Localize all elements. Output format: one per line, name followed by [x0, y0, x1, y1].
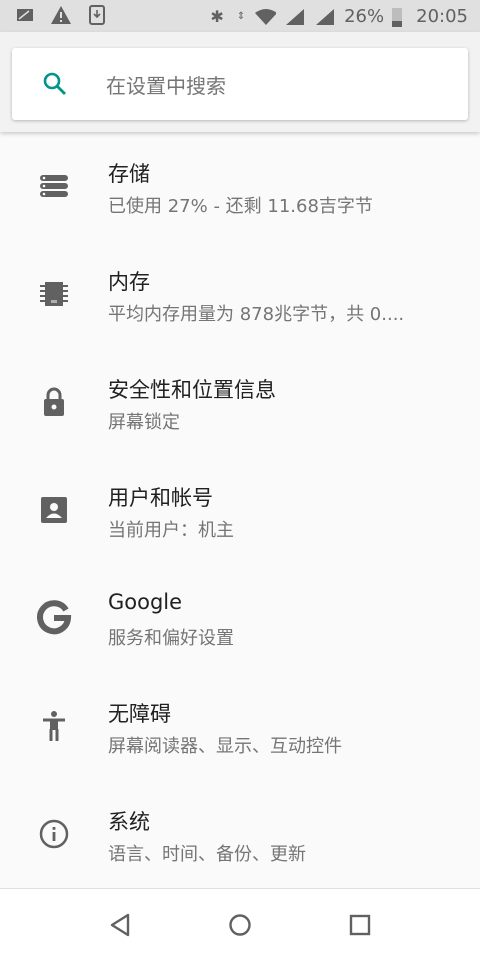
settings-item-storage[interactable]: 存储 已使用 27% - 还剩 11.68吉字节 — [0, 134, 480, 242]
settings-item-accessibility[interactable]: 无障碍 屏幕阅读器、显示、互动控件 — [0, 674, 480, 782]
battery-percent: 26% — [344, 6, 385, 27]
item-title: Google — [108, 590, 183, 614]
item-title: 无障碍 — [108, 702, 171, 726]
battery-icon — [392, 7, 403, 27]
item-subtitle: 屏幕锁定 — [108, 412, 180, 433]
sim-icon — [14, 5, 36, 25]
item-subtitle: 语言、时间、备份、更新 — [108, 844, 306, 865]
google-icon — [36, 600, 72, 636]
item-title: 安全性和位置信息 — [108, 378, 276, 402]
signal-icon — [284, 7, 306, 27]
item-title: 存储 — [108, 162, 150, 186]
storage-icon — [36, 168, 72, 204]
accessibility-icon — [36, 708, 72, 744]
item-subtitle: 平均内存用量为 878兆字节，共 0.... — [108, 304, 405, 325]
back-button[interactable] — [106, 911, 134, 939]
item-title: 内存 — [108, 270, 150, 294]
info-icon — [36, 816, 72, 852]
home-button[interactable] — [226, 911, 254, 939]
settings-list: 存储 已使用 27% - 还剩 11.68吉字节 内存 平均内存用量为 878兆… — [0, 134, 480, 890]
settings-item-security[interactable]: 安全性和位置信息 屏幕锁定 — [0, 350, 480, 458]
search-bar[interactable]: 在设置中搜索 — [12, 48, 468, 120]
account-icon — [36, 492, 72, 528]
settings-item-system[interactable]: 系统 语言、时间、备份、更新 — [0, 782, 480, 890]
bluetooth-icon: ✱ — [210, 7, 224, 26]
download-icon — [86, 5, 108, 25]
data-arrows-icon: ⇕ — [236, 11, 246, 22]
item-title: 系统 — [108, 810, 150, 834]
warning-icon — [50, 5, 72, 25]
status-bar: ✱ ⇕ 26% 20:05 — [0, 0, 480, 32]
wifi-icon — [254, 7, 277, 27]
item-subtitle: 已使用 27% - 还剩 11.68吉字节 — [108, 196, 373, 217]
search-icon — [42, 71, 68, 97]
item-subtitle: 当前用户：机主 — [108, 520, 234, 541]
item-title: 用户和帐号 — [108, 486, 213, 510]
item-subtitle: 屏幕阅读器、显示、互动控件 — [108, 736, 342, 757]
navigation-bar — [0, 888, 480, 960]
clock: 20:05 — [416, 6, 468, 27]
recents-button[interactable] — [346, 911, 374, 939]
memory-icon — [36, 276, 72, 312]
signal-icon-2 — [314, 7, 336, 27]
header: 在设置中搜索 — [0, 32, 480, 132]
settings-item-accounts[interactable]: 用户和帐号 当前用户：机主 — [0, 458, 480, 566]
settings-item-google[interactable]: Google 服务和偏好设置 — [0, 566, 480, 674]
item-subtitle: 服务和偏好设置 — [108, 628, 234, 649]
search-input[interactable]: 在设置中搜索 — [106, 70, 226, 99]
settings-item-memory[interactable]: 内存 平均内存用量为 878兆字节，共 0.... — [0, 242, 480, 350]
lock-icon — [36, 384, 72, 420]
